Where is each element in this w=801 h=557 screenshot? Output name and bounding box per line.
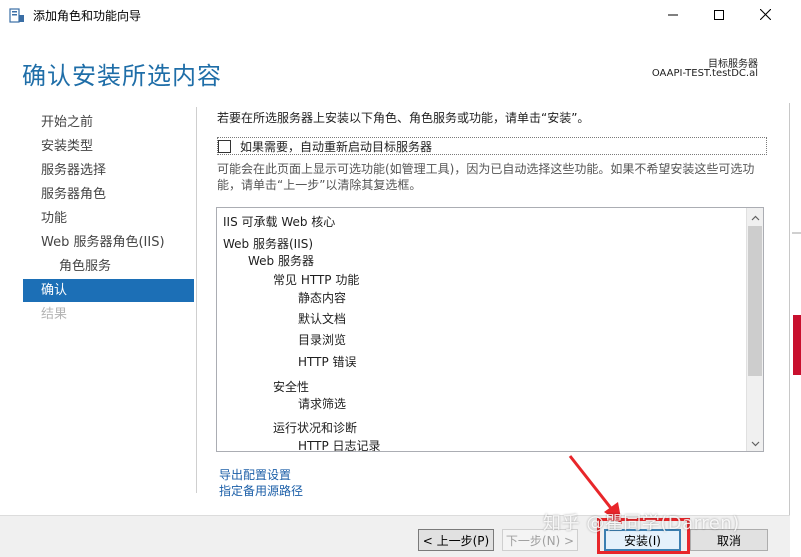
alternate-source-link[interactable]: 指定备用源路径 (219, 482, 303, 499)
previous-button[interactable]: < 上一步(P) (418, 529, 494, 551)
target-server-name: OAAPI-TEST.testDC.al (651, 68, 758, 79)
nav-item-features[interactable]: 功能 (23, 207, 194, 230)
close-icon (759, 8, 771, 23)
list-item: 静态内容 (298, 291, 347, 305)
watermark: 知乎 @瞿同学(Darren) (543, 513, 740, 534)
restart-checkbox[interactable] (218, 140, 231, 153)
maximize-icon (714, 9, 724, 23)
nav-item-server-roles[interactable]: 服务器角色 (23, 183, 194, 206)
list-item: 安全性 (273, 380, 310, 394)
nav-item-before-you-begin[interactable]: 开始之前 (23, 111, 194, 134)
optional-features-note: 可能会在此页面上显示可选功能(如管理工具)，因为已自动选择这些功能。如果不希望安… (217, 162, 755, 192)
list-item: Web 服务器(IIS) (223, 237, 314, 251)
scroll-down-button[interactable] (747, 434, 763, 451)
list-item: Web 服务器 (248, 254, 314, 268)
page-title: 确认安装所选内容 (22, 62, 222, 90)
scroll-up-button[interactable] (747, 208, 763, 225)
minimize-icon (668, 9, 678, 23)
scroll-thumb[interactable] (748, 226, 762, 376)
restart-checkbox-label[interactable]: 如果需要，自动重新启动目标服务器 (240, 138, 432, 155)
wizard-nav: 开始之前 安装类型 服务器选择 服务器角色 功能 Web 服务器角色(IIS) … (0, 103, 200, 498)
server-manager-icon (9, 8, 25, 23)
chevron-down-icon (751, 436, 760, 450)
list-item: HTTP 日志记录 (298, 439, 381, 452)
list-item: 请求筛选 (298, 397, 347, 411)
nav-item-web-server-role[interactable]: Web 服务器角色(IIS) (23, 231, 194, 254)
maximize-button[interactable] (696, 0, 742, 31)
nav-item-server-selection[interactable]: 服务器选择 (23, 159, 194, 182)
wizard-content: 若要在所选服务器上安装以下角色、角色服务或功能，请单击“安装”。 如果需要，自动… (210, 103, 780, 498)
nav-item-results: 结果 (41, 307, 68, 322)
list-item: 常见 HTTP 功能 (273, 273, 360, 287)
selection-list[interactable]: IIS 可承载 Web 核心 Web 服务器(IIS) Web 服务器 常见 H… (216, 207, 764, 452)
list-item: 默认文档 (298, 312, 347, 326)
list-item: HTTP 错误 (298, 355, 357, 369)
close-button[interactable] (742, 0, 788, 31)
list-item: 目录浏览 (298, 333, 347, 347)
export-config-link[interactable]: 导出配置设置 (219, 466, 291, 483)
list-item: IIS 可承载 Web 核心 (223, 215, 336, 229)
nav-item-role-services[interactable]: 角色服务 (23, 255, 194, 278)
nav-item-confirmation[interactable]: 确认 (23, 279, 194, 302)
background-window-edge (790, 0, 801, 557)
minimize-button[interactable] (650, 0, 696, 31)
wizard-window: 添加角色和功能向导 确认安装所选内容 目标服务器 OAAPI-TEST.test… (0, 0, 790, 557)
list-scrollbar[interactable] (746, 208, 763, 451)
wizard-header: 确认安装所选内容 目标服务器 OAAPI-TEST.testDC.al (0, 31, 790, 103)
list-item: 运行状况和诊断 (273, 421, 358, 435)
window-title: 添加角色和功能向导 (33, 9, 142, 23)
title-bar: 添加角色和功能向导 (0, 0, 790, 31)
intro-text: 若要在所选服务器上安装以下角色、角色服务或功能，请单击“安装”。 (217, 111, 590, 125)
chevron-up-icon (751, 210, 760, 224)
nav-item-installation-type[interactable]: 安装类型 (23, 135, 194, 158)
nav-divider (196, 107, 197, 493)
background-divider (792, 232, 801, 234)
restart-option[interactable]: 如果需要，自动重新启动目标服务器 (217, 137, 767, 155)
background-accent (793, 315, 801, 375)
